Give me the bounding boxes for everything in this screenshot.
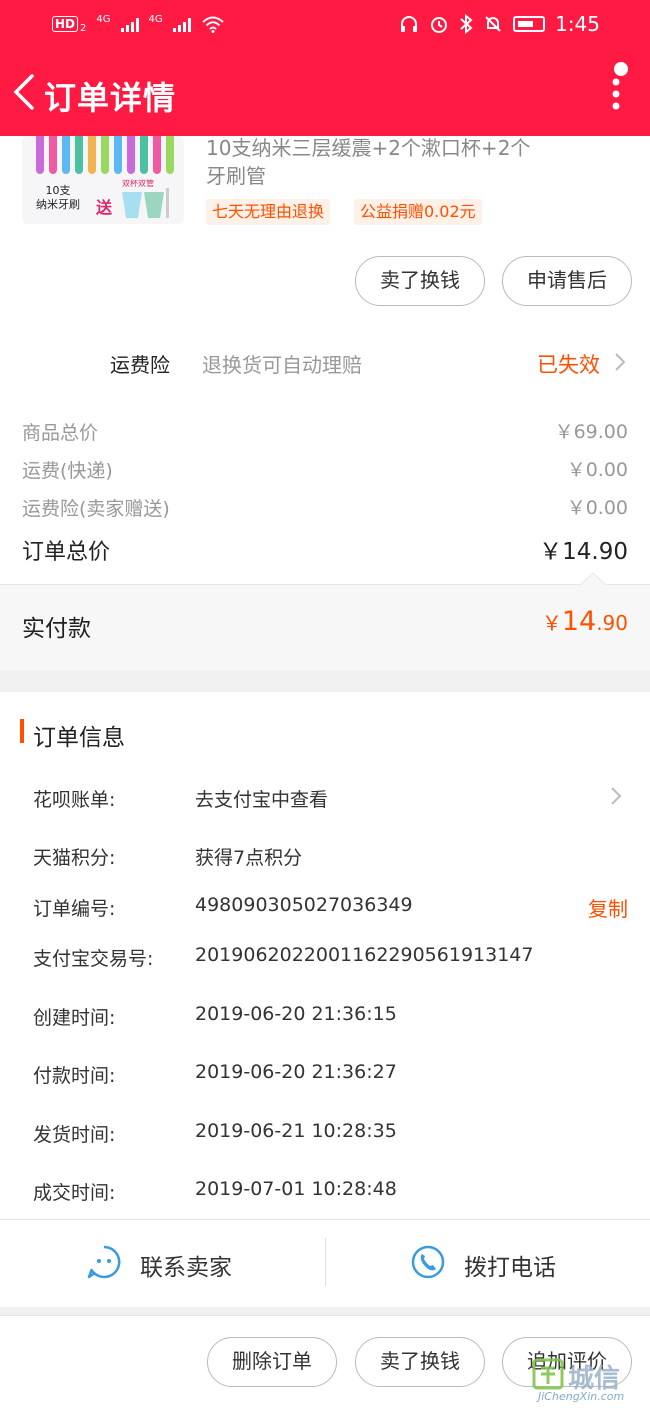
insurance-desc: 退换货可自动理赔 [202, 353, 362, 377]
apply-after-sales-button[interactable]: 申请售后 [502, 256, 632, 306]
info-label: 成交时间: [33, 1182, 116, 1204]
headset-icon [401, 16, 418, 32]
network-label-1: 4G [96, 14, 111, 25]
thumb-gift-label: 送 [96, 198, 113, 217]
contact-seller-button[interactable]: 联系卖家 [86, 1244, 326, 1284]
alarm-icon [431, 17, 448, 33]
delete-order-button[interactable]: 删除订单 [207, 1337, 337, 1387]
phone-icon [411, 1245, 445, 1279]
network-label-2: 4G [148, 14, 163, 25]
tag-seven-day-return: 七天无理由退换 [206, 199, 331, 225]
order-info-title: 订单信息 [33, 725, 125, 751]
paid-int: 14 [561, 606, 597, 637]
info-value[interactable]: 去支付宝中查看 [195, 785, 328, 812]
contact-seller-label: 联系卖家 [140, 1255, 232, 1281]
info-label: 订单编号: [33, 898, 116, 920]
chat-icon [87, 1245, 121, 1279]
status-bar: HD 2 4G 4G 1:45 [0, 0, 650, 50]
product-image[interactable]: 10支 纳米牙刷 送 双杯双管 [22, 136, 184, 224]
copy-button[interactable]: 复制 [588, 893, 628, 922]
price-row-label: 运费(快递) [22, 460, 113, 482]
status-right: 1:45 [399, 12, 600, 36]
info-label: 创建时间: [33, 1007, 116, 1029]
info-value: 2019-06-20 21:36:27 [195, 1061, 397, 1083]
watermark-sub: JiChengXin.com [538, 1390, 625, 1403]
call-button[interactable]: 拨打电话 [410, 1244, 630, 1284]
price-row-value: ￥0.00 [566, 459, 628, 481]
wifi-icon [201, 16, 224, 33]
price-row-label: 运费险(卖家赠送) [22, 498, 170, 520]
call-label: 拨打电话 [464, 1255, 556, 1281]
mute-icon [485, 16, 501, 32]
chevron-right-icon[interactable] [610, 786, 622, 806]
page-title: 订单详情 [44, 79, 177, 117]
status-left: HD 2 4G 4G [52, 13, 225, 34]
insurance-status[interactable]: 已失效 [537, 349, 600, 379]
product-title[interactable]: 10支纳米三层缓震+2个漱口杯+2个牙刷管 [206, 134, 536, 190]
info-value: 2019-06-21 10:28:35 [195, 1120, 397, 1142]
hd-sub: 2 [80, 23, 87, 34]
chevron-right-icon[interactable] [614, 352, 626, 372]
hd-badge: HD [52, 15, 79, 32]
order-total-label: 订单总价 [22, 540, 111, 565]
info-value: 获得7点积分 [195, 847, 303, 869]
pointer-notch [580, 572, 606, 586]
sell-for-cash-button[interactable]: 卖了换钱 [355, 256, 485, 306]
info-value: 2019-07-01 10:28:48 [195, 1178, 397, 1200]
app-bar: 订单详情 [0, 50, 650, 136]
watermark: 城信 JiChengXin.com [532, 1356, 648, 1406]
watermark-logo-icon [532, 1358, 564, 1390]
info-value: 2019-06-20 21:36:15 [195, 1003, 397, 1025]
price-row-label: 商品总价 [22, 422, 99, 444]
info-label: 花呗账单: [33, 789, 116, 811]
battery-icon [513, 16, 546, 32]
info-value: 2019062022001162290561913147 [195, 944, 534, 966]
sell-for-cash-button-bottom[interactable]: 卖了换钱 [355, 1337, 485, 1387]
paid-amount: ￥14.90 [542, 606, 628, 637]
info-label: 支付宝交易号: [33, 948, 154, 970]
more-icon[interactable] [610, 74, 622, 114]
cups-graphic [122, 188, 169, 218]
price-row-value: ￥69.00 [554, 421, 628, 443]
back-icon[interactable] [10, 72, 40, 112]
signal-icon-2 [172, 16, 191, 32]
order-number-value: 498090305027036349 [195, 894, 413, 916]
signal-icon [120, 16, 139, 32]
paid-label: 实付款 [22, 616, 91, 642]
thumb-label: 10支 纳米牙刷 [36, 184, 80, 211]
bluetooth-icon [460, 14, 473, 34]
insurance-label: 运费险 [110, 353, 170, 377]
section-accent-bar [20, 719, 24, 743]
info-label: 发货时间: [33, 1124, 116, 1146]
paid-currency: ￥ [541, 611, 562, 635]
order-total-value: ￥14.90 [539, 539, 628, 565]
paid-dec: .90 [596, 611, 628, 635]
info-label: 天猫积分: [33, 847, 116, 869]
price-row-value: ￥0.00 [566, 497, 628, 519]
tag-charity: 公益捐赠0.02元 [354, 199, 482, 225]
clock: 1:45 [555, 12, 600, 36]
info-label: 付款时间: [33, 1065, 116, 1087]
